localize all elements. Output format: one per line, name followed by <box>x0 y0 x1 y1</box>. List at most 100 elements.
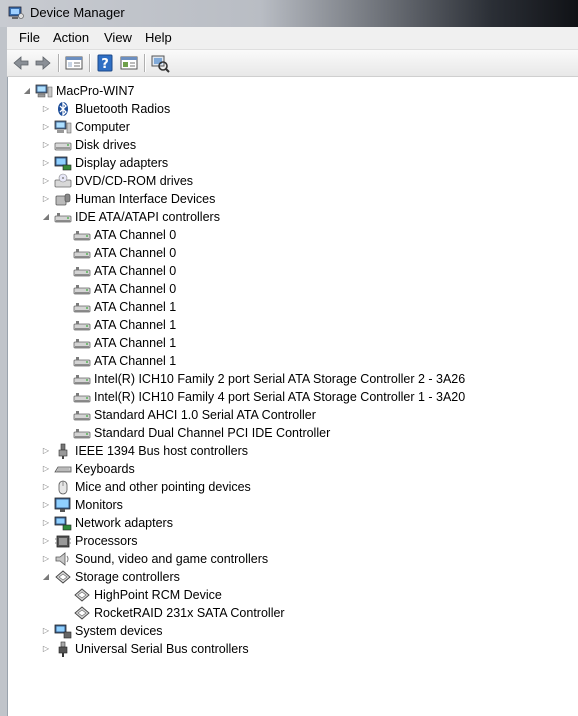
scan-hardware-icon[interactable] <box>150 53 170 73</box>
menu-bar: File Action View Help <box>7 27 578 50</box>
expander-collapsed-icon[interactable]: ▷ <box>41 514 51 532</box>
tree-item-label: Storage controllers <box>75 570 180 584</box>
tree-item-label: ATA Channel 1 <box>94 300 177 314</box>
tree-item-label: Human Interface Devices <box>75 192 216 206</box>
expander-collapsed-icon[interactable]: ▷ <box>41 550 51 568</box>
forward-arrow-icon[interactable] <box>33 53 53 73</box>
disk-drive-icon <box>54 142 72 151</box>
tree-item-label: RocketRAID 231x SATA Controller <box>94 606 285 620</box>
properties-icon[interactable] <box>119 53 139 73</box>
expander-collapsed-icon[interactable]: ▷ <box>41 622 51 640</box>
ide-controller-icon <box>73 339 91 349</box>
computer-icon <box>35 84 53 98</box>
tree-item-label: Intel(R) ICH10 Family 4 port Serial ATA … <box>94 390 466 404</box>
tree-item-label: ATA Channel 0 <box>94 228 177 242</box>
ide-controller-icon <box>73 231 91 241</box>
storage-controller-icon <box>74 606 90 620</box>
tree-item-label: ATA Channel 1 <box>94 318 177 332</box>
back-arrow-icon[interactable] <box>11 53 31 73</box>
storage-controller-icon <box>55 570 71 584</box>
expander-collapsed-icon[interactable]: ▷ <box>41 172 51 190</box>
device-tree[interactable]: ◢ MacPro-WIN7 ▷ Bluetooth Radios ▷ Computer… <box>7 77 578 716</box>
svg-text:?: ? <box>101 57 109 72</box>
toolbar-separator <box>58 54 60 72</box>
toolbar-separator <box>89 54 91 72</box>
menu-help[interactable]: Help <box>145 30 172 45</box>
tree-item-label: Display adapters <box>75 156 169 170</box>
help-icon[interactable]: ? <box>95 53 115 73</box>
expander-collapsed-icon[interactable]: ▷ <box>41 532 51 550</box>
firewire-icon <box>58 443 68 459</box>
tree-item-label: Monitors <box>75 498 123 512</box>
tree-item-label: Standard Dual Channel PCI IDE Controller <box>94 426 331 440</box>
network-adapter-icon <box>54 516 72 531</box>
tree-item-label: ATA Channel 0 <box>94 282 177 296</box>
tree-item-label: DVD/CD-ROM drives <box>75 174 194 188</box>
expander-expanded-icon[interactable]: ◢ <box>22 82 32 100</box>
mouse-icon <box>58 480 68 495</box>
usb-icon <box>58 641 68 657</box>
ide-controller-icon <box>73 321 91 331</box>
tree-item-label: IDE ATA/ATAPI controllers <box>75 210 220 224</box>
storage-controller-icon <box>74 588 90 602</box>
display-adapter-icon <box>54 156 72 171</box>
ide-controller-icon <box>73 285 91 295</box>
show-hide-tree-icon[interactable] <box>64 53 84 73</box>
tree-item-label: Universal Serial Bus controllers <box>75 642 249 656</box>
tree-item-label: Disk drives <box>75 138 137 152</box>
tree-item-label: System devices <box>75 624 163 638</box>
expander-collapsed-icon[interactable]: ▷ <box>41 640 51 658</box>
bluetooth-icon <box>58 101 68 117</box>
tree-item-label: ATA Channel 1 <box>94 354 177 368</box>
ide-controller-icon <box>73 357 91 367</box>
dvd-drive-icon <box>54 173 72 188</box>
speaker-icon <box>55 552 69 566</box>
tree-item-label: Keyboards <box>75 462 135 476</box>
tree-item-label: Sound, video and game controllers <box>75 552 269 566</box>
menu-file[interactable]: File <box>19 30 40 45</box>
tree-item-label: Standard AHCI 1.0 Serial ATA Controller <box>94 408 316 422</box>
expander-collapsed-icon[interactable]: ▷ <box>41 100 51 118</box>
expander-collapsed-icon[interactable]: ▷ <box>41 496 51 514</box>
device-manager-icon <box>8 6 24 19</box>
hid-icon <box>55 193 71 206</box>
system-devices-icon <box>54 624 72 639</box>
expander-collapsed-icon[interactable]: ▷ <box>41 136 51 154</box>
expander-collapsed-icon[interactable]: ▷ <box>41 478 51 496</box>
tree-item-label: Mice and other pointing devices <box>75 480 251 494</box>
title-bar[interactable]: Device Manager <box>0 0 578 27</box>
ide-controller-icon <box>73 429 91 439</box>
tree-item-label: Network adapters <box>75 516 173 530</box>
ide-controller-icon <box>73 249 91 259</box>
tree-item-label: Intel(R) ICH10 Family 2 port Serial ATA … <box>94 372 466 386</box>
ide-controller-icon <box>73 393 91 403</box>
tree-item-label: ATA Channel 0 <box>94 246 177 260</box>
ide-controller-icon <box>73 303 91 313</box>
monitor-icon <box>54 497 71 512</box>
expander-collapsed-icon[interactable]: ▷ <box>41 190 51 208</box>
computer-icon <box>54 120 72 134</box>
tree-item-label: ATA Channel 1 <box>94 336 177 350</box>
menu-action[interactable]: Action <box>53 30 89 45</box>
tree-item-label: ATA Channel 0 <box>94 264 177 278</box>
expander-expanded-icon[interactable]: ◢ <box>41 208 51 226</box>
expander-collapsed-icon[interactable]: ▷ <box>41 154 51 172</box>
tree-item-label: IEEE 1394 Bus host controllers <box>75 444 249 458</box>
window-frame <box>0 27 7 716</box>
toolbar-separator <box>144 54 146 72</box>
tree-root-label: MacPro-WIN7 <box>56 84 135 98</box>
ide-controller-icon <box>54 213 72 223</box>
ide-controller-icon <box>73 411 91 421</box>
tree-item-label: Processors <box>75 534 138 548</box>
keyboard-icon <box>54 466 72 473</box>
expander-collapsed-icon[interactable]: ▷ <box>41 118 51 136</box>
expander-expanded-icon[interactable]: ◢ <box>41 568 51 586</box>
expander-collapsed-icon[interactable]: ▷ <box>41 442 51 460</box>
window-title: Device Manager <box>30 5 125 20</box>
ide-controller-icon <box>73 267 91 277</box>
expander-collapsed-icon[interactable]: ▷ <box>41 460 51 478</box>
device-manager-window: Device Manager File Action View Help ? ◢… <box>0 0 578 716</box>
menu-view[interactable]: View <box>104 30 132 45</box>
tree-item-label: Computer <box>75 120 130 134</box>
ide-controller-icon <box>73 375 91 385</box>
